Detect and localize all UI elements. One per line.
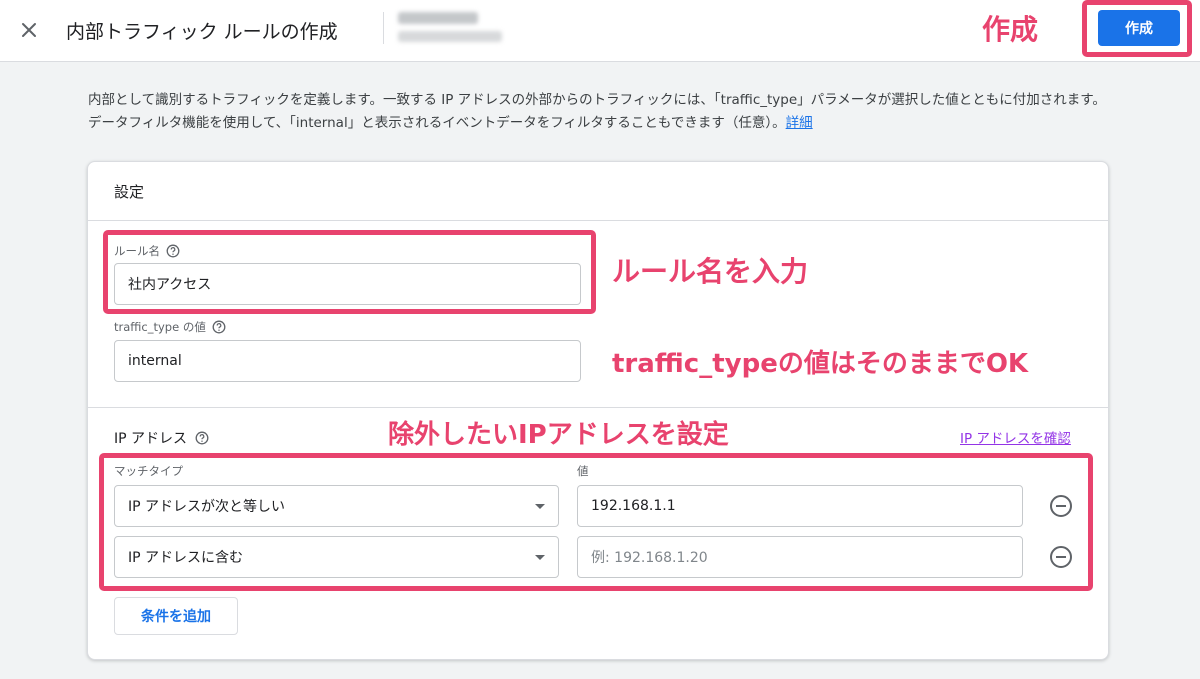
- annotation-rule-name: ルール名を入力: [612, 255, 809, 288]
- chevron-down-icon: [535, 554, 545, 560]
- traffic-type-label-text: traffic_type の値: [114, 320, 206, 334]
- rule-name-label-text: ルール名: [114, 244, 160, 258]
- match-type-select-1[interactable]: IP アドレスが次と等しい: [114, 485, 559, 527]
- match-type-select-2[interactable]: IP アドレスに含む: [114, 536, 559, 578]
- match-type-select-value: IP アドレスに含む: [128, 550, 244, 566]
- annotation-create: 作成: [982, 13, 1039, 46]
- add-condition-button[interactable]: 条件を追加: [114, 597, 238, 635]
- settings-card: 設定 ルール名 社内アクセス traffic_type の値 internal …: [87, 161, 1109, 660]
- help-icon[interactable]: [195, 431, 209, 445]
- remove-condition-icon[interactable]: [1049, 545, 1073, 569]
- rule-name-label: ルール名: [114, 243, 180, 259]
- ip-value-input-1[interactable]: 192.168.1.1: [577, 485, 1023, 527]
- description-text: 内部として識別するトラフィックを定義します。一致する IP アドレスの外部からの…: [88, 89, 1118, 135]
- ip-section-title: IP アドレス: [114, 428, 209, 448]
- card-divider-top: [88, 220, 1108, 221]
- help-icon[interactable]: [166, 244, 180, 258]
- description-body: 内部として識別するトラフィックを定義します。一致する IP アドレスの外部からの…: [88, 92, 1106, 131]
- annotation-ip: 除外したいIPアドレスを設定: [388, 420, 729, 450]
- annotation-traffic-type: traffic_typeの値はそのままでOK: [612, 349, 1029, 379]
- match-type-header: マッチタイプ: [114, 464, 183, 478]
- header-divider: [383, 12, 384, 44]
- close-icon: [22, 23, 36, 37]
- card-divider-ip: [88, 407, 1108, 408]
- card-title: 設定: [114, 183, 145, 201]
- traffic-type-label: traffic_type の値: [114, 319, 226, 335]
- remove-condition-icon[interactable]: [1049, 494, 1073, 518]
- help-icon[interactable]: [212, 320, 226, 334]
- rule-name-input[interactable]: 社内アクセス: [114, 263, 581, 305]
- learn-more-link[interactable]: 詳細: [786, 115, 813, 131]
- verify-ip-link[interactable]: IP アドレスを確認: [960, 427, 1071, 447]
- close-button[interactable]: [14, 15, 44, 45]
- account-id-blurred: [398, 31, 502, 42]
- page-title: 内部トラフィック ルールの作成: [66, 21, 338, 43]
- account-name-blurred: [398, 12, 478, 24]
- ip-value-input-2[interactable]: 例: 192.168.1.20: [577, 536, 1023, 578]
- create-button[interactable]: 作成: [1098, 10, 1180, 46]
- match-type-select-value: IP アドレスが次と等しい: [128, 499, 286, 515]
- ip-section-title-text: IP アドレス: [114, 431, 188, 447]
- chevron-down-icon: [535, 503, 545, 509]
- traffic-type-input[interactable]: internal: [114, 340, 581, 382]
- value-header: 値: [577, 464, 589, 478]
